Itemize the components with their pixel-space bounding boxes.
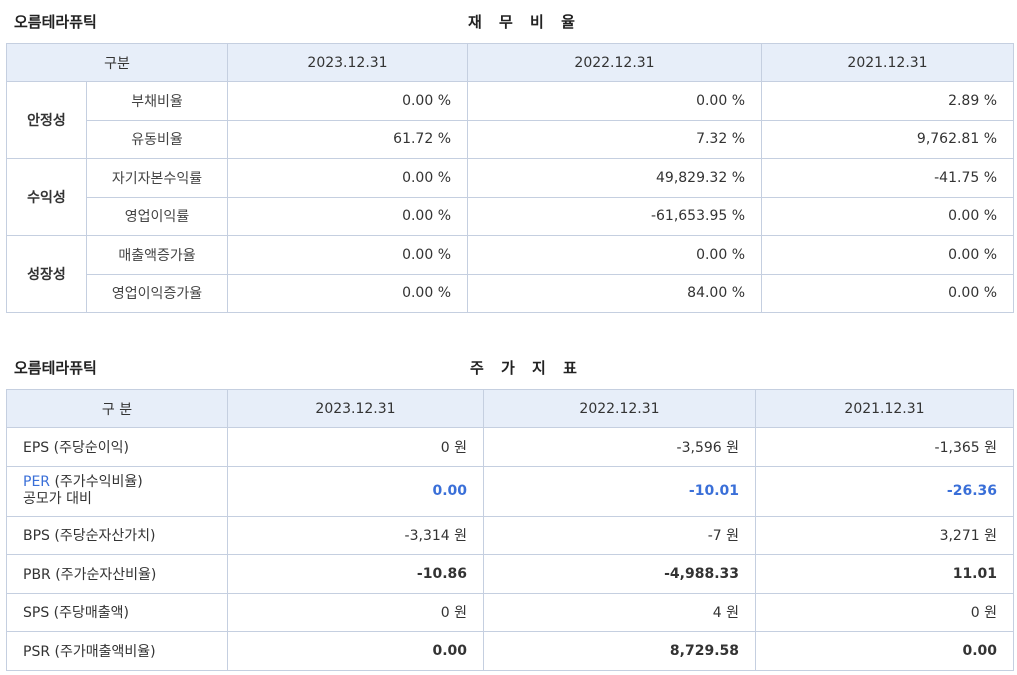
cell-value: -3,596 원: [483, 427, 756, 467]
table-row: 안정성 부채비율 0.00 % 0.00 % 2.89 %: [6, 81, 1015, 159]
cell-value: -10.01: [483, 465, 756, 517]
row-label: 유동비율: [85, 119, 229, 159]
cell-value: -41.75 %: [761, 158, 1015, 198]
cell-value: -26.36: [755, 465, 1014, 517]
cell-value: 0.00 %: [761, 273, 1015, 313]
row-label-eps: EPS (주당순이익): [6, 427, 228, 467]
header-year-2021: 2021.12.31: [755, 389, 1014, 428]
table-row: 수익성 자기자본수익률 0.00 % 49,829.32 % -41.75 %: [6, 158, 1015, 236]
cell-value: 0.00 %: [761, 196, 1015, 236]
header-category: 구분: [5, 43, 229, 82]
table-row: PSR (주가매출액비율) 0.00 8,729.58 0.00: [6, 631, 1014, 671]
cell-value: 84.00 %: [467, 273, 763, 313]
cell-value: 4 원: [483, 592, 756, 632]
table-row: 유동비율 61.72 % 7.32 % 9,762.81 %: [7, 119, 1015, 159]
cell-value: 2.89 %: [761, 81, 1015, 121]
cell-value: 0.00: [755, 631, 1014, 671]
per-label-rest: (주가수익비율): [50, 474, 143, 490]
cell-value: 11.01: [755, 554, 1014, 594]
header-year-2023: 2023.12.31: [227, 389, 484, 428]
row-label: 영업이익률: [85, 196, 229, 236]
group-label: 안정성: [6, 81, 87, 159]
cell-value: 61.72 %: [227, 119, 469, 159]
cell-value: 0 원: [227, 427, 484, 467]
table-row: 성장성 매출액증가율 0.00 % 0.00 % 0.00 %: [6, 235, 1015, 313]
stock-indicators-table: 구 분 2023.12.31 2022.12.31 2021.12.31 EPS…: [6, 389, 1014, 671]
group-label: 수익성: [6, 158, 87, 236]
cell-value: -7 원: [483, 515, 756, 555]
header-year-2022: 2022.12.31: [483, 389, 756, 428]
cell-value: 0.00 %: [227, 196, 469, 236]
per-label-main: PER: [23, 474, 51, 490]
row-label: 자기자본수익률: [85, 158, 229, 198]
financial-ratios-table: 구분 2023.12.31 2022.12.31 2021.12.31 안정성 …: [5, 43, 1015, 313]
cell-value: 49,829.32 %: [467, 158, 763, 198]
row-label: 부채비율: [85, 81, 229, 121]
group-label: 성장성: [6, 235, 87, 313]
table-header-row: 구분 2023.12.31 2022.12.31 2021.12.31: [5, 43, 1015, 82]
cell-value: 8,729.58: [483, 631, 756, 671]
cell-value: -10.86: [227, 554, 484, 594]
cell-value: 0.00 %: [467, 235, 763, 275]
row-label-bps: BPS (주당순자산가치): [6, 515, 228, 555]
row-label-pbr: PBR (주가순자산비율): [6, 554, 228, 594]
cell-value: 0.00 %: [227, 235, 469, 275]
cell-value: 0.00: [227, 631, 484, 671]
row-label-per: PER (주가수익비율) 공모가 대비: [6, 465, 228, 517]
cell-value: 0.00 %: [467, 81, 763, 121]
row-label: 영업이익증가율: [85, 273, 229, 313]
table-row: PER (주가수익비율) 공모가 대비 0.00 -10.01 -26.36: [6, 465, 1014, 517]
header-year-2021: 2021.12.31: [761, 43, 1015, 82]
company-name: 오름테라퓨틱: [14, 13, 97, 31]
per-label-sub: 공모가 대비: [23, 491, 92, 507]
cell-value: 3,271 원: [755, 515, 1014, 555]
section-title: 주 가 지 표: [470, 359, 583, 377]
table-row: SPS (주당매출액) 0 원 4 원 0 원: [6, 592, 1014, 632]
row-label-psr: PSR (주가매출액비율): [6, 631, 228, 671]
cell-value: 0.00: [227, 465, 484, 517]
cell-value: -61,653.95 %: [467, 196, 763, 236]
table-row: EPS (주당순이익) 0 원 -3,596 원 -1,365 원: [6, 427, 1014, 467]
cell-value: 0.00 %: [227, 273, 469, 313]
table-header-row: 구 분 2023.12.31 2022.12.31 2021.12.31: [6, 389, 1014, 428]
cell-value: 0 원: [755, 592, 1014, 632]
section-title: 재 무 비 율: [468, 13, 581, 31]
table-row: PBR (주가순자산비율) -10.86 -4,988.33 11.01: [6, 554, 1014, 594]
table-row: 영업이익증가율 0.00 % 84.00 % 0.00 %: [7, 273, 1015, 313]
cell-value: 0.00 %: [227, 158, 469, 198]
stock-indicators-header: 오름테라퓨틱 주 가 지 표: [0, 355, 1017, 381]
company-name: 오름테라퓨틱: [14, 359, 97, 377]
cell-value: 0.00 %: [227, 81, 469, 121]
cell-value: 9,762.81 %: [761, 119, 1015, 159]
table-row: BPS (주당순자산가치) -3,314 원 -7 원 3,271 원: [6, 515, 1014, 555]
row-label: 매출액증가율: [85, 235, 229, 275]
row-label-sps: SPS (주당매출액): [6, 592, 228, 632]
cell-value: -3,314 원: [227, 515, 484, 555]
header-category: 구 분: [6, 389, 228, 428]
header-year-2022: 2022.12.31: [467, 43, 763, 82]
cell-value: -1,365 원: [755, 427, 1014, 467]
financial-ratios-header: 오름테라퓨틱 재 무 비 율: [0, 9, 1017, 35]
header-year-2023: 2023.12.31: [227, 43, 469, 82]
cell-value: 0.00 %: [761, 235, 1015, 275]
cell-value: 7.32 %: [467, 119, 763, 159]
cell-value: 0 원: [227, 592, 484, 632]
cell-value: -4,988.33: [483, 554, 756, 594]
table-row: 영업이익률 0.00 % -61,653.95 % 0.00 %: [7, 196, 1015, 236]
